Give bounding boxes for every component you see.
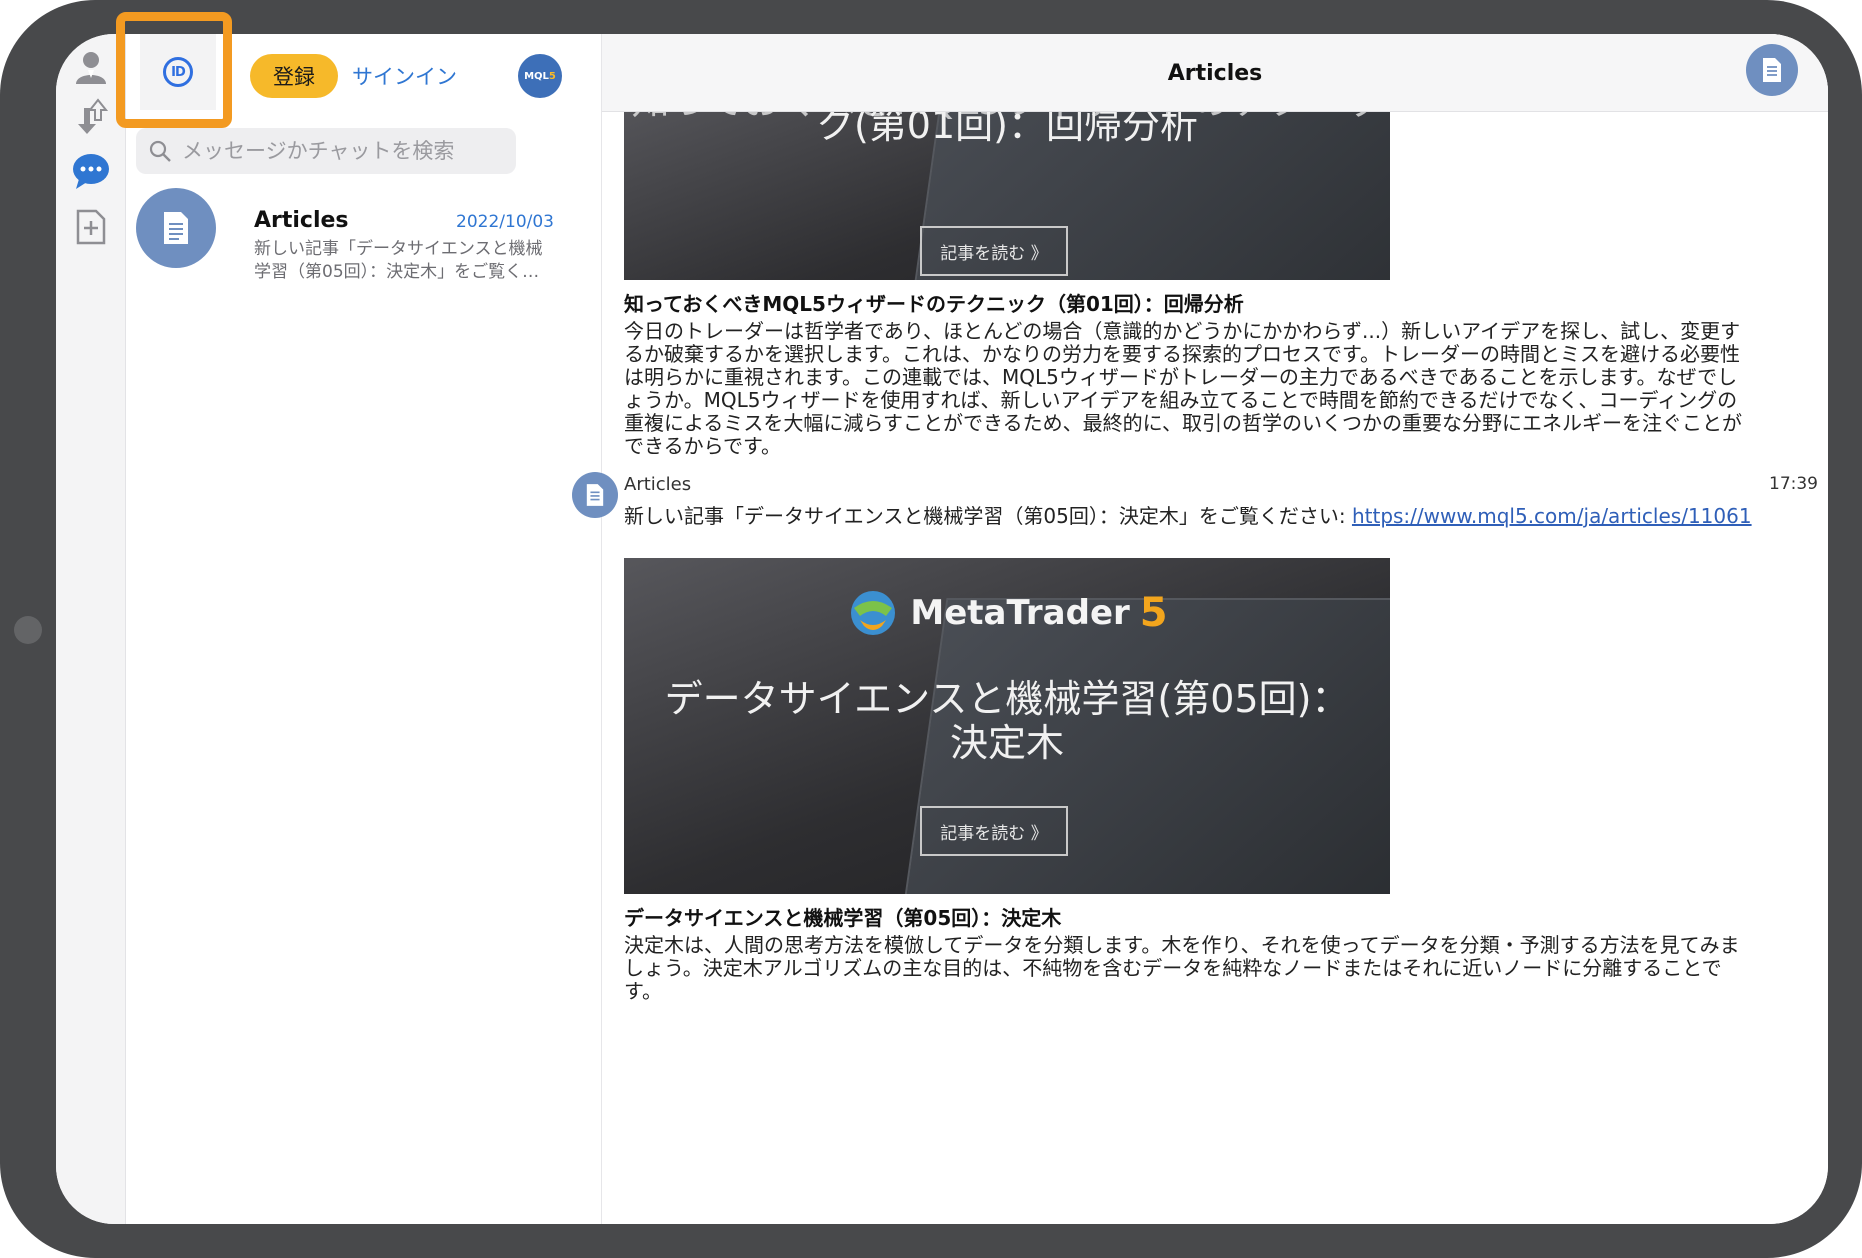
message-text-body: 新しい記事「データサイエンスと機械学習（第05回）：決定木」をご覧ください: bbox=[624, 504, 1352, 528]
chat-name: Articles bbox=[254, 208, 349, 233]
conversation-header: Articles bbox=[602, 34, 1828, 112]
message-sender: Articles bbox=[624, 474, 692, 495]
read-article-button[interactable]: 記事を読む 》 bbox=[920, 806, 1068, 856]
device-side-button bbox=[14, 616, 42, 644]
article-body-2: 決定木は、人間の思考方法を模倣してデータを分類します。木を作り、それを使ってデー… bbox=[624, 933, 1740, 1003]
article-banner-1[interactable]: 知っておくべきMQL5ウィザードのテクニッ ク(第01回)：回帰分析 記事を読む… bbox=[624, 94, 1390, 280]
chat-preview: 新しい記事「データサイエンスと機械学習（第05回）：決定木」をご覧く… bbox=[254, 239, 543, 282]
mql5-logo-prefix: MQL bbox=[524, 70, 549, 82]
conversation-pane: Articles 知っておくべきMQL5ウィザードのテクニッ ク(第01回)：回… bbox=[572, 34, 1828, 1224]
metatrader-logo-text: MetaTrader bbox=[910, 593, 1130, 633]
signin-link[interactable]: サインイン bbox=[352, 56, 457, 96]
chat-list-panel: ID 登録 サインイン MQL5 Articles 2022/10/03 新しい… bbox=[126, 34, 602, 1224]
app-screen: ID 登録 サインイン MQL5 Articles 2022/10/03 新しい… bbox=[56, 34, 1828, 1224]
trade-arrows-icon[interactable] bbox=[70, 96, 112, 138]
articles-avatar bbox=[136, 188, 216, 268]
banner-headline: データサイエンスと機械学習(第05回)： bbox=[664, 677, 1350, 721]
article-title-2: データサイエンスと機械学習（第05回）：決定木 bbox=[624, 906, 1062, 930]
article-link[interactable]: https://www.mql5.com/ja/articles/11061 bbox=[1352, 504, 1752, 528]
mql5-logo-suffix: 5 bbox=[548, 70, 556, 82]
article-body-1: 今日のトレーダーは哲学者であり、ほとんどの場合（意識的かどうかにかかわらず...… bbox=[624, 319, 1742, 458]
document-icon bbox=[586, 484, 604, 506]
new-document-icon[interactable] bbox=[70, 206, 112, 248]
chat-icon[interactable] bbox=[70, 150, 112, 192]
article-title-1: 知っておくべきMQL5ウィザードのテクニック（第01回）：回帰分析 bbox=[624, 292, 1244, 316]
document-icon bbox=[164, 212, 188, 244]
metatrader-logo: MetaTrader 5 bbox=[624, 586, 1390, 640]
id-button-highlight bbox=[116, 12, 232, 128]
conversation-title: Articles bbox=[1167, 60, 1263, 86]
metatrader-globe-icon bbox=[851, 591, 896, 635]
articles-avatar[interactable] bbox=[572, 472, 618, 518]
mql5-logo-icon[interactable]: MQL 5 bbox=[518, 54, 562, 98]
message-text: 新しい記事「データサイエンスと機械学習（第05回）：決定木」をご覧ください: h… bbox=[624, 504, 1754, 529]
document-icon bbox=[1763, 58, 1781, 82]
register-button[interactable]: 登録 bbox=[250, 54, 338, 98]
search-input[interactable] bbox=[180, 138, 500, 164]
account-icon[interactable] bbox=[70, 46, 112, 88]
article-banner-2[interactable]: MetaTrader 5 データサイエンスと機械学習(第05回)： 決定木 記事を… bbox=[624, 558, 1390, 894]
chat-date: 2022/10/03 bbox=[456, 212, 554, 232]
metatrader-logo-number: 5 bbox=[1139, 590, 1168, 636]
search-icon bbox=[149, 140, 171, 162]
left-rail bbox=[56, 34, 126, 1224]
channel-info-button[interactable] bbox=[1746, 44, 1798, 96]
banner-headline-2: 決定木 bbox=[949, 721, 1064, 765]
search-bar bbox=[136, 128, 516, 174]
message-time: 17:39 bbox=[1769, 474, 1818, 494]
chat-list-item[interactable]: Articles 2022/10/03 新しい記事「データサイエンスと機械学習（… bbox=[126, 174, 602, 282]
read-article-button[interactable]: 記事を読む 》 bbox=[920, 226, 1068, 276]
